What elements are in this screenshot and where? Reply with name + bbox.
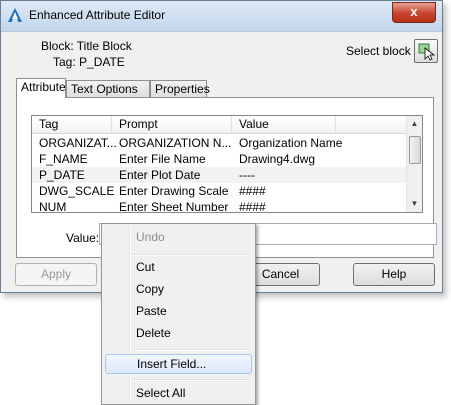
- apply-button[interactable]: Apply: [15, 263, 97, 286]
- menu-item-delete[interactable]: Delete: [105, 323, 252, 343]
- table-row[interactable]: DWG_SCALE Enter Drawing Scale ####: [32, 183, 408, 199]
- table-row[interactable]: F_NAME Enter File Name Drawing4.dwg: [32, 151, 408, 167]
- cell-value: ####: [239, 184, 266, 198]
- cell-prompt: Enter Drawing Scale: [119, 184, 229, 198]
- cell-value: ----: [239, 168, 255, 182]
- column-header-value[interactable]: Value: [232, 116, 336, 133]
- select-object-icon: [418, 43, 436, 61]
- scroll-thumb[interactable]: [409, 136, 421, 164]
- table-row-selected[interactable]: P_DATE Enter Plot Date ----: [32, 167, 408, 183]
- scroll-down-icon[interactable]: ▼: [407, 196, 422, 212]
- menu-item-select-all[interactable]: Select All: [105, 383, 252, 403]
- column-header-tag[interactable]: Tag: [32, 116, 112, 133]
- select-block-label: Select block: [346, 44, 411, 58]
- menu-item-copy[interactable]: Copy: [105, 279, 252, 299]
- menu-item-cut[interactable]: Cut: [105, 257, 252, 277]
- window-title: Enhanced Attribute Editor: [29, 8, 166, 22]
- menu-separator: [133, 349, 250, 351]
- block-name-text: Block: Title Block: [41, 39, 132, 53]
- cell-tag: DWG_SCALE: [39, 184, 115, 198]
- cell-tag: P_DATE: [39, 168, 85, 182]
- menu-item-insert-field[interactable]: Insert Field...: [105, 354, 252, 374]
- cell-value: Organization Name: [239, 136, 343, 150]
- menu-separator: [133, 379, 250, 381]
- value-label: Value:: [66, 231, 100, 245]
- cell-value: Drawing4.dwg: [239, 152, 316, 166]
- cell-prompt: ORGANIZATION N...: [119, 136, 232, 150]
- close-button[interactable]: x: [392, 2, 436, 23]
- table-row[interactable]: NUM Enter Sheet Number ####: [32, 199, 408, 213]
- context-menu: Undo Cut Copy Paste Delete Insert Field.…: [101, 223, 256, 405]
- tag-name-text: Tag: P_DATE: [53, 55, 125, 69]
- cell-prompt: Enter File Name: [119, 152, 206, 166]
- tab-text-options[interactable]: Text Options: [66, 80, 150, 97]
- cell-tag: ORGANIZAT...: [39, 136, 117, 150]
- autocad-a-icon: [8, 8, 22, 22]
- list-header: Tag Prompt Value: [32, 116, 408, 134]
- vertical-scrollbar[interactable]: ▲ ▼: [406, 116, 422, 212]
- scroll-up-icon[interactable]: ▲: [407, 116, 422, 132]
- cell-prompt: Enter Plot Date: [119, 168, 201, 182]
- tab-attribute[interactable]: Attribute: [16, 78, 66, 98]
- title-bar[interactable]: Enhanced Attribute Editor x: [1, 1, 442, 32]
- select-block-button[interactable]: [414, 39, 438, 63]
- column-header-prompt[interactable]: Prompt: [112, 116, 232, 133]
- attribute-list[interactable]: Tag Prompt Value ORGANIZAT... ORGANIZATI…: [31, 115, 423, 213]
- cell-prompt: Enter Sheet Number: [119, 200, 229, 213]
- cell-tag: F_NAME: [39, 152, 88, 166]
- tab-properties[interactable]: Properties: [150, 80, 210, 97]
- help-button[interactable]: Help: [353, 263, 435, 286]
- menu-separator: [133, 254, 250, 256]
- menu-item-undo[interactable]: Undo: [105, 227, 252, 247]
- table-row[interactable]: ORGANIZAT... ORGANIZATION N... Organizat…: [32, 135, 408, 151]
- menu-item-paste[interactable]: Paste: [105, 301, 252, 321]
- cell-value: ####: [239, 200, 266, 213]
- cell-tag: NUM: [39, 200, 67, 213]
